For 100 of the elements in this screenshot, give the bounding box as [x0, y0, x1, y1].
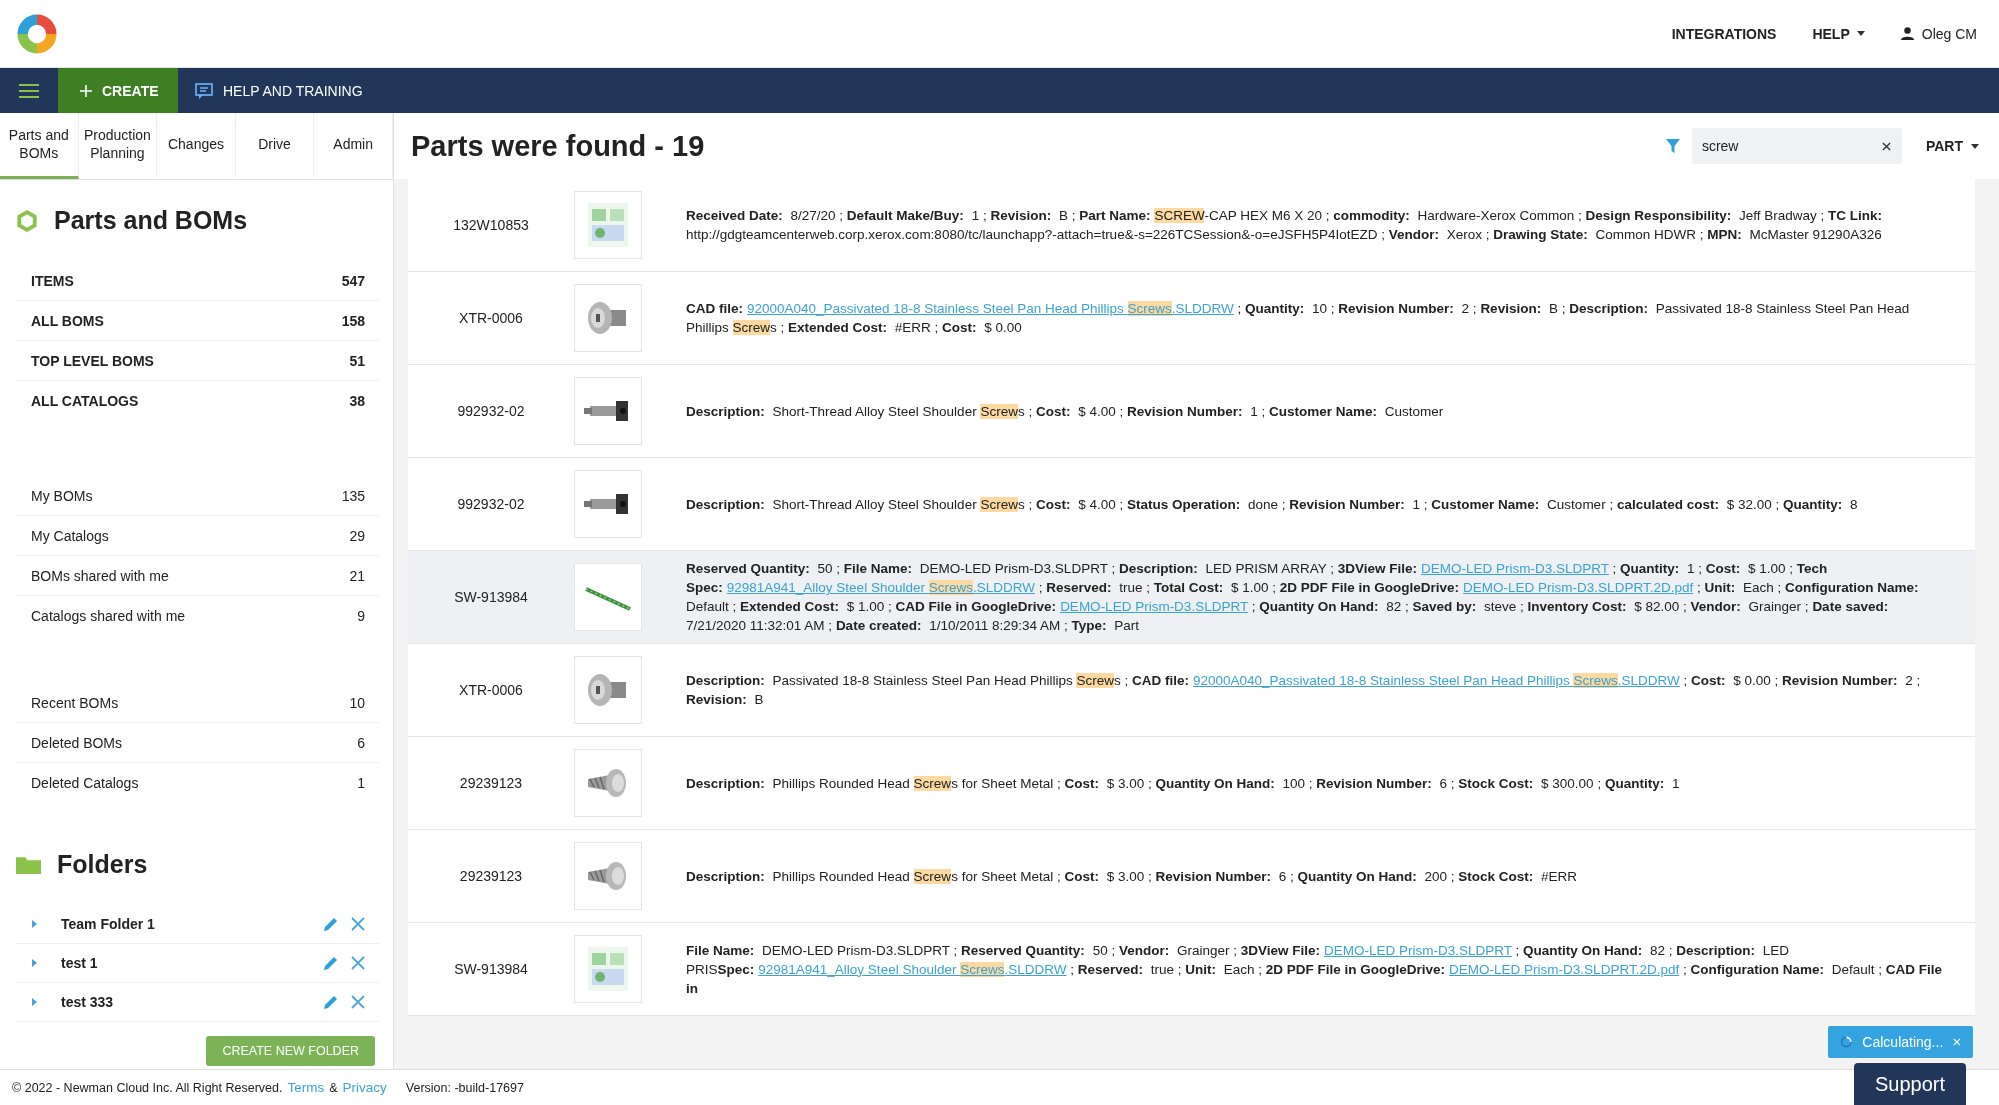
hexagon-icon	[16, 209, 38, 232]
toast-text: Calculating...	[1862, 1034, 1944, 1050]
item-label: BOMs shared with me	[31, 567, 169, 584]
item-count: 135	[341, 487, 365, 504]
item-count: 29	[349, 527, 365, 544]
folder-icon	[16, 855, 41, 874]
caret-icon	[1971, 143, 1979, 149]
item-label: ALL BOMS	[31, 312, 104, 329]
copyright-text: © 2022 - Newman Cloud Inc. All Right Reserved.	[12, 1080, 283, 1095]
search-highlight: Screw	[913, 775, 952, 791]
part-details: Received Date: 8/27/20 ; Default Make/Buy: 1 ; Revision: B ; Part Name: SCREW-CAP HEX M6 X 20 ; commodity: Hardware-Xerox Common ; Design Responsibility: Jeff Bradway ; TC Link: http://gdgteamcenterweb.corp.xerox.com:8080/tc/launchapp?-attach=true&-s=226TCSession&-o=eJSFH5P4IotEZD ; Vendor: Xerox ; Drawing State: Common HDWR ; MPN: McMaster 91290A326	[686, 207, 1883, 244]
search-highlight: SCREW	[1154, 208, 1205, 223]
item-count: 1	[357, 774, 365, 791]
part-details: Description: Short-Thread Alloy Steel Shoulder Screws ; Cost: $ 4.00 ; Revision Number: 1 ; Customer Name: Customer	[686, 402, 1444, 421]
part-number: XTR-0006	[458, 310, 524, 326]
sidebar-item[interactable]: BOMs shared with me 21	[16, 556, 379, 596]
part-details: Description: Phillips Rounded Head Screws for Sheet Metal ; Cost: $ 3.00 ; Quantity On Hand: 100 ; Revision Number: 6 ; Stock Cost: $ 300.00 ; Quantity: 1	[686, 774, 1680, 793]
type-dropdown[interactable]: PART	[1925, 138, 1979, 154]
item-count: 6	[357, 734, 365, 751]
result-row[interactable]	[408, 179, 1975, 272]
expand-caret-icon[interactable]	[32, 920, 37, 928]
section-title: Parts and BOMs	[54, 206, 248, 235]
part-details: CAD file: 92000A040_Passivated 18-8 Stainless Steel Pan Head Phillips Screws.SLDDRW ; Quantity: 10 ; Revision Number: 2 ; Revision: B ; Description: Passivated 18-8 Stainless Steel Pan Head Phillips Screws ; Extended Cost: #ERR ; Cost: $ 0.00	[686, 300, 1911, 337]
nav-link[interactable]: HELP	[1812, 25, 1865, 42]
expand-caret-icon[interactable]	[32, 959, 37, 967]
close-icon[interactable]	[351, 956, 365, 970]
item-label: Catalogs shared with me	[31, 607, 186, 624]
expand-caret-icon[interactable]	[32, 998, 37, 1006]
chat-icon	[195, 82, 213, 99]
user-icon	[1900, 27, 1914, 40]
item-label: ITEMS	[31, 272, 74, 289]
search-highlight: Screw	[732, 320, 771, 335]
sidebar-item[interactable]: Catalogs shared with me 9	[16, 596, 379, 635]
item-label: Deleted BOMs	[31, 734, 123, 751]
result-row[interactable]: 29239123 Description: Phillips Rounded Head Screws for Sheet Metal ; Cost: $ 3.00 ; Revision Number: 6 ; Quantity On Hand: 200 ; Stock Cost: #ERR	[408, 830, 1975, 923]
section-title: Folders	[57, 850, 148, 879]
item-count: 51	[349, 352, 365, 369]
item-label: My BOMs	[31, 487, 93, 504]
result-row[interactable]: 992932-02 Description: Short-Thread Alloy Steel Shoulder Screws ; Cost: $ 4.00 ; Status Operation: done ; Revision Number: 1 ; Customer Name: Customer ; calculated cost: $ 32.00 ; Quantity: 8	[408, 458, 1975, 551]
result-row[interactable]: 29239123 Description: Phillips Rounded Head Screws for Sheet Metal ; Cost: $ 3.00 ; Quantity On Hand: 100 ; Revision Number: 6 ; Stock Cost: $ 300.00 ; Quantity: 1	[408, 737, 1975, 830]
sidebar-item[interactable]: Deleted BOMs 6	[16, 723, 379, 763]
sidebar-item[interactable]: ITEMS 547	[16, 261, 379, 301]
user-menu[interactable]: Oleg CM	[1900, 25, 1977, 42]
edit-icon[interactable]	[323, 955, 339, 971]
item-count: 158	[341, 312, 365, 329]
part-number: SW-913984	[453, 961, 529, 977]
create-button[interactable]: CREATE	[58, 68, 178, 113]
nav-tab[interactable]: Parts and BOMs	[0, 113, 79, 179]
part-number: XTR-0006	[458, 682, 524, 698]
sidebar-item[interactable]: ALL BOMS 158	[16, 301, 379, 341]
folder-name[interactable]: test 333	[61, 994, 311, 1010]
nav-link[interactable]: INTEGRATIONS	[1671, 25, 1777, 42]
search-field[interactable]: screw	[1691, 128, 1902, 164]
sidebar-item[interactable]: TOP LEVEL BOMS 51	[16, 341, 379, 381]
results-title: Parts were found - 19	[411, 129, 706, 163]
part-number: 29239123	[458, 775, 524, 791]
close-icon[interactable]	[351, 995, 365, 1009]
sidebar-item[interactable]: My Catalogs 29	[16, 516, 379, 556]
search-highlight: Screw	[980, 496, 1018, 512]
part-details: File Name: DEMO-LED Prism-D3.SLDPRT ; Reserved Quantity: 50 ; Vendor: Grainger ; 3DView File: DEMO-LED Prism-D3.SLDPRT ; Quantity On Hand: 82 ; Description: LED PRISSpec: 92981A941_Alloy Steel Shoulder Screws.SLDDRW ; Reserved: true ; Unit: Each ; 2D PDF File in GoogleDrive: DEMO-LED Prism-D3.SLDPRT.2D.pdf ; Configuration Name: Default ; CAD File in	[686, 941, 1943, 998]
edit-icon[interactable]	[323, 994, 339, 1010]
sidebar-item[interactable]: Deleted Catalogs 1	[16, 763, 379, 802]
item-count: 21	[349, 567, 365, 584]
item-count: 547	[341, 272, 365, 289]
help-training-button[interactable]: HELP AND TRAINING	[178, 68, 380, 113]
item-label: My Catalogs	[31, 527, 109, 544]
version-text: Version: -build-17697	[405, 1080, 524, 1095]
folder-name[interactable]: test 1	[61, 955, 311, 971]
search-highlight: Screw	[1076, 673, 1114, 688]
close-icon[interactable]	[351, 917, 365, 931]
plus-icon	[80, 84, 92, 97]
item-label: TOP LEVEL BOMS	[31, 352, 154, 369]
search-highlight: Screw	[980, 403, 1018, 419]
menu-icon	[19, 82, 39, 99]
spinner-icon	[1840, 1034, 1853, 1050]
item-label: Deleted Catalogs	[31, 774, 139, 791]
result-row[interactable]: 992932-02 Description: Short-Thread Alloy Steel Shoulder Screws ; Cost: $ 4.00 ; Revision Number: 1 ; Customer Name: Customer	[408, 365, 1975, 458]
part-number: SW-913984	[453, 589, 529, 605]
edit-icon[interactable]	[323, 916, 339, 932]
folder-name[interactable]: Team Folder 1	[61, 916, 311, 932]
clear-icon[interactable]	[1881, 142, 1891, 151]
item-label: ALL CATALOGS	[31, 392, 139, 409]
part-number: 29239123	[458, 868, 524, 884]
sidebar-item[interactable]: My BOMs 135	[16, 476, 379, 516]
part-number: 992932-02	[456, 496, 526, 512]
part-details: Description: Short-Thread Alloy Steel Shoulder Screws ; Cost: $ 4.00 ; Status Operation: done ; Revision Number: 1 ; Customer Name: Customer ; calculated cost: $ 32.00 ; Quantity: 8	[686, 495, 1858, 514]
part-details: Reserved Quantity: 50 ; File Name: DEMO-LED Prism-D3.SLDPRT ; Description: LED PRISM ARRAY ; 3DView File: DEMO-LED Prism-D3.SLDPRT ; Quantity: 1 ; Cost: $ 1.00 ; Tech Spec: 92981A941_Alloy Steel Shoulder Screws.SLDDRW ; Reserved: true ; Total Cost: $ 1.00 ; 2D PDF File in GoogleDrive: DEMO-LED Prism-D3.SLDPRT.2D.pdf ; Unit: Each ; Configuration Name: Default ; Extended Cost: $ 1.00 ; CAD File in GoogleDrive: DEMO-LED Prism-D3.SLDPRT ; Quantity On Hand: 82 ; Saved by: steve ; Inventory Cost: $ 82.00 ; Vendor: Grainger ; Date saved: 7/21/2020 11:32:01 AM ; Date created: 1/10/2011 8:29:34 AM ; Type: Part	[686, 560, 1920, 635]
part-number: 132W10853	[452, 217, 530, 233]
support-button[interactable]: Support	[1854, 1063, 1966, 1105]
ampersand-text: &	[329, 1080, 338, 1095]
item-label: Recent BOMs	[31, 694, 119, 711]
part-details: Description: Passivated 18-8 Stainless Steel Pan Head Phillips Screws ; CAD file: 92000A040_Passivated 18-8 Stainless Steel Pan Head Phillips Screws.SLDDRW ; Cost: $ 0.00 ; Revision Number: 2 ; Revision: B	[686, 672, 1922, 709]
item-count: 10	[349, 694, 365, 711]
item-count: 9	[357, 607, 365, 624]
sidebar-item[interactable]: Recent BOMs 10	[16, 683, 379, 723]
part-number: 992932-02	[456, 403, 526, 419]
filter-icon[interactable]	[1665, 139, 1680, 153]
part-details: Description: Phillips Rounded Head Screws for Sheet Metal ; Cost: $ 3.00 ; Revision Number: 6 ; Quantity On Hand: 200 ; Stock Cost: #ERR	[686, 867, 1578, 886]
item-count: 38	[349, 392, 365, 409]
sidebar-item[interactable]: ALL CATALOGS 38	[16, 381, 379, 420]
